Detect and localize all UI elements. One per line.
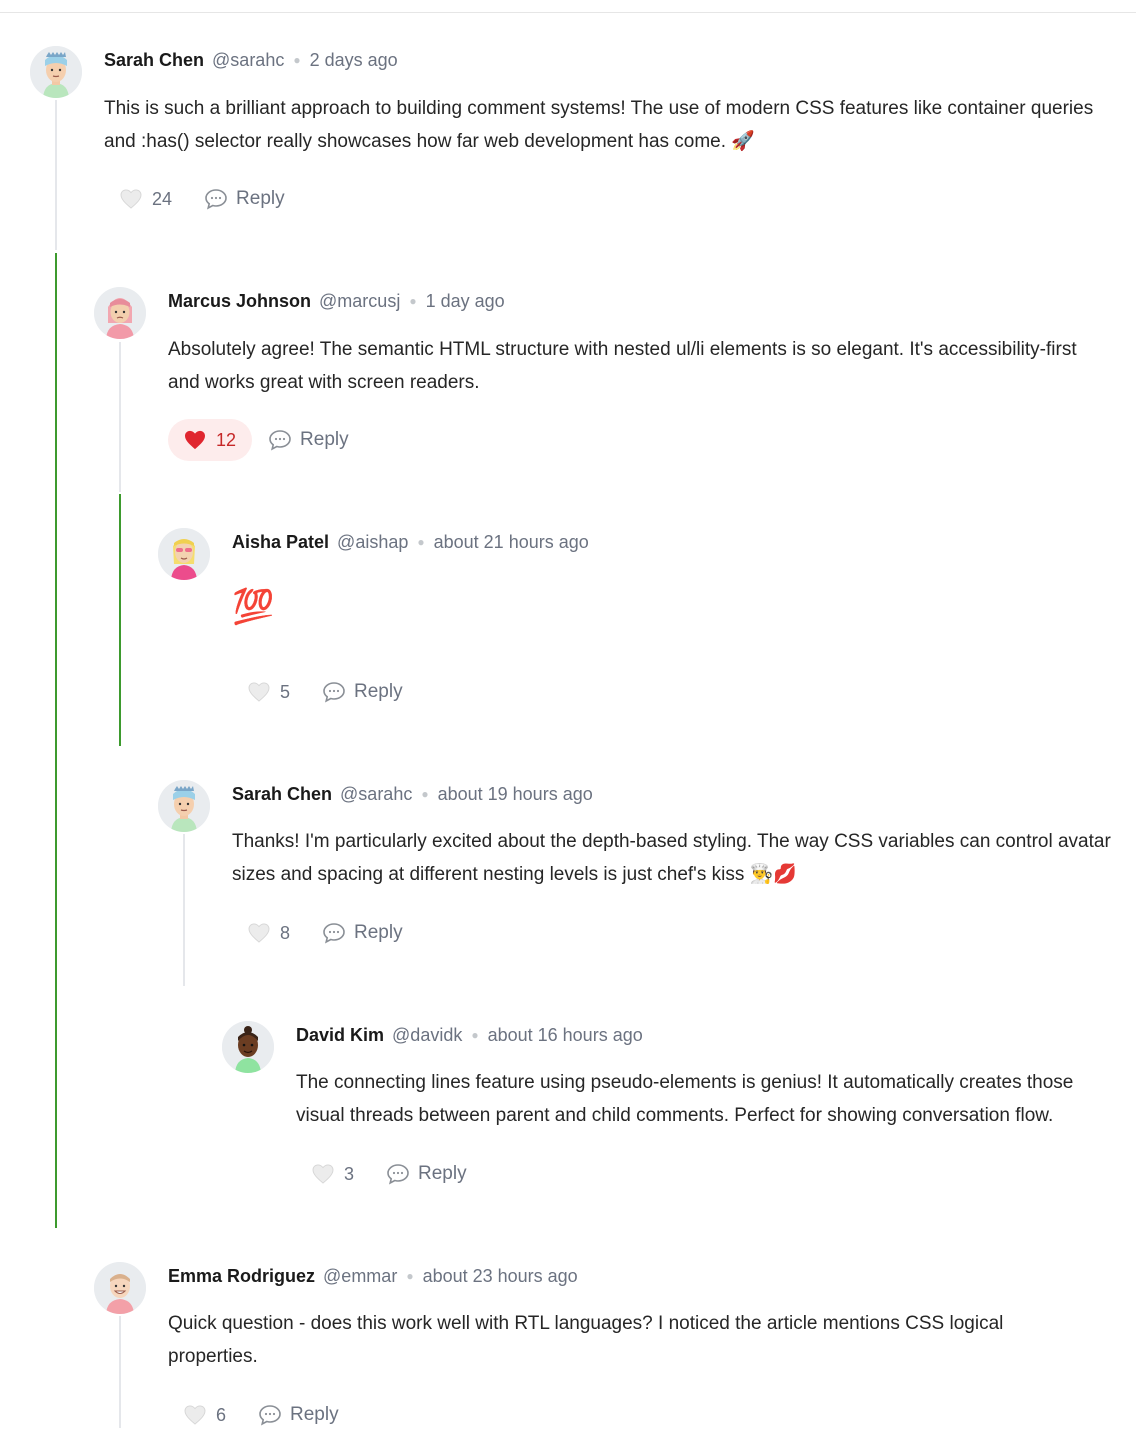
comment-actions: 6 Reply (168, 1394, 349, 1436)
avatar[interactable] (94, 287, 146, 339)
author-handle[interactable]: @sarahc (340, 784, 412, 804)
separator-dot: ● (293, 53, 301, 67)
timestamp: 2 days ago (309, 50, 398, 70)
timestamp: about 16 hours ago (487, 1025, 643, 1045)
heart-icon (312, 1164, 334, 1184)
timestamp: 1 day ago (425, 291, 505, 311)
speech-bubble-icon (323, 923, 345, 944)
like-button[interactable]: 6 (168, 1394, 242, 1436)
author-name[interactable]: Emma Rodriguez (168, 1266, 315, 1286)
reply-button[interactable]: Reply (248, 1394, 349, 1436)
avatar[interactable] (30, 46, 82, 98)
avatar[interactable] (94, 1262, 146, 1314)
comment-actions: 24 Reply (104, 178, 295, 220)
avatar-emma-icon (94, 1262, 146, 1314)
author-name[interactable]: David Kim (296, 1025, 384, 1045)
author-name[interactable]: Sarah Chen (232, 784, 332, 804)
avatar-marcus-icon (94, 287, 146, 339)
reply-label: Reply (300, 429, 349, 450)
separator-dot: ● (406, 1269, 414, 1283)
separator-dot: ● (417, 535, 425, 549)
author-name[interactable]: Sarah Chen (104, 50, 204, 70)
comment-meta: Marcus Johnson @marcusj ● 1 day ago (168, 290, 505, 314)
author-handle[interactable]: @emmar (323, 1266, 397, 1286)
comment-actions: 12 Reply (168, 419, 359, 461)
avatar-sarah-icon (158, 780, 210, 832)
timestamp: about 23 hours ago (422, 1266, 578, 1286)
reply-button[interactable]: Reply (376, 1153, 477, 1195)
thread-line-active (119, 494, 121, 746)
like-count: 12 (216, 429, 237, 450)
top-divider (0, 12, 1136, 13)
like-count: 8 (280, 922, 291, 943)
comment-actions: 8 Reply (232, 912, 413, 954)
thread-line (183, 834, 185, 986)
like-count: 5 (280, 681, 291, 702)
comment-meta: Emma Rodriguez @emmar ● about 23 hours ago (168, 1265, 578, 1289)
reply-label: Reply (290, 1404, 339, 1425)
heart-icon (120, 189, 142, 209)
comment-text: Absolutely agree! The semantic HTML stru… (168, 339, 1077, 393)
like-count: 6 (216, 1404, 227, 1425)
comment-meta: David Kim @davidk ● about 16 hours ago (296, 1024, 643, 1048)
heart-icon (248, 682, 270, 702)
author-handle[interactable]: @sarahc (212, 50, 284, 70)
comment-text: Quick question - does this work well wit… (168, 1313, 1004, 1367)
reply-button[interactable]: Reply (312, 912, 413, 954)
heart-icon (185, 430, 205, 450)
comment-meta: Sarah Chen @sarahc ● 2 days ago (104, 49, 398, 73)
avatar-aisha-icon (158, 528, 210, 580)
reply-button[interactable]: Reply (312, 671, 413, 713)
comment-meta: Aisha Patel @aishap ● about 21 hours ago (232, 531, 589, 555)
avatar-sarah-icon (30, 46, 82, 98)
like-button[interactable]: 12 (168, 419, 253, 461)
thread-line-active (55, 253, 57, 1228)
comment-meta: Sarah Chen @sarahc ● about 19 hours ago (232, 783, 593, 807)
separator-dot: ● (471, 1028, 479, 1042)
reply-label: Reply (236, 188, 285, 209)
reply-button[interactable]: Reply (258, 419, 359, 461)
separator-dot: ● (409, 294, 417, 308)
like-button[interactable]: 24 (104, 178, 188, 220)
comment-text: 💯 (232, 588, 275, 626)
comment-text: Thanks! I'm particularly excited about t… (232, 831, 1111, 885)
reply-label: Reply (354, 681, 403, 702)
avatar-david-icon (222, 1021, 274, 1073)
heart-icon (248, 923, 270, 943)
reply-button[interactable]: Reply (194, 178, 295, 220)
thread-line (119, 342, 121, 492)
author-name[interactable]: Aisha Patel (232, 532, 329, 552)
timestamp: about 19 hours ago (437, 784, 593, 804)
like-button[interactable]: 3 (296, 1153, 370, 1195)
speech-bubble-icon (323, 682, 345, 703)
comment-text: The connecting lines feature using pseud… (296, 1072, 1074, 1126)
speech-bubble-icon (205, 189, 227, 210)
like-button[interactable]: 5 (232, 671, 306, 713)
avatar[interactable] (222, 1021, 274, 1073)
author-name[interactable]: Marcus Johnson (168, 291, 311, 311)
reply-label: Reply (354, 922, 403, 943)
like-button[interactable]: 8 (232, 912, 306, 954)
heart-icon (184, 1405, 206, 1425)
speech-bubble-icon (269, 430, 291, 451)
comment-actions: 3 Reply (296, 1153, 477, 1195)
reply-label: Reply (418, 1163, 467, 1184)
author-handle[interactable]: @aishap (337, 532, 408, 552)
speech-bubble-icon (259, 1405, 281, 1426)
comment-text: This is such a brilliant approach to bui… (104, 98, 1094, 152)
author-handle[interactable]: @davidk (392, 1025, 462, 1045)
thread-line (119, 1316, 121, 1428)
like-count: 3 (344, 1163, 355, 1184)
avatar[interactable] (158, 780, 210, 832)
speech-bubble-icon (387, 1164, 409, 1185)
avatar[interactable] (158, 528, 210, 580)
like-count: 24 (152, 188, 173, 209)
separator-dot: ● (421, 787, 429, 801)
timestamp: about 21 hours ago (433, 532, 589, 552)
comment-actions: 5 Reply (232, 671, 413, 713)
thread-line (55, 100, 57, 250)
author-handle[interactable]: @marcusj (319, 291, 400, 311)
